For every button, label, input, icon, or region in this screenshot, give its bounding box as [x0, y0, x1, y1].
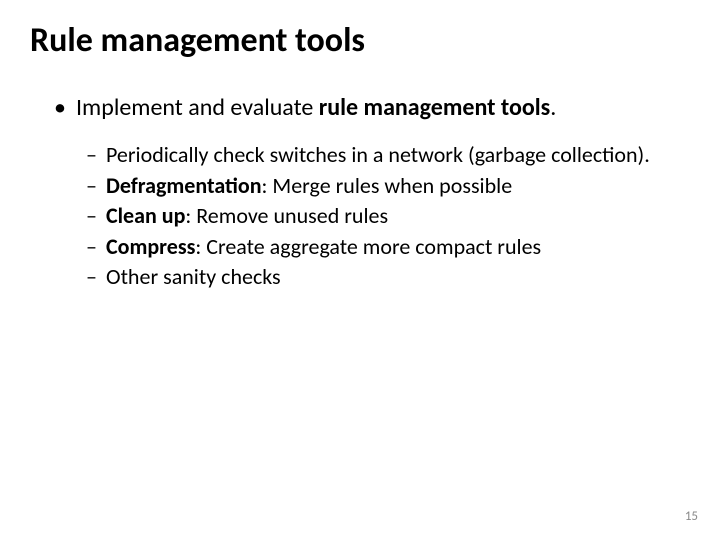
list-item: Compress: Create aggregate more compact …: [86, 233, 690, 261]
text: Periodically check switches in a network…: [106, 141, 650, 168]
bullet-list-level1: Implement and evaluate rule management t…: [30, 93, 690, 123]
list-item: Implement and evaluate rule management t…: [54, 93, 690, 123]
slide-number: 15: [685, 509, 698, 524]
text-bold: Defragmentation: [106, 172, 262, 199]
text: : Remove unused rules: [185, 202, 388, 229]
text-bold: rule management tools: [319, 93, 550, 122]
text: : Merge rules when possible: [262, 172, 513, 199]
text: Implement and evaluate: [76, 93, 319, 122]
slide-title: Rule management tools: [30, 22, 690, 59]
text: : Create aggregate more compact rules: [195, 233, 541, 260]
text: Other sanity checks: [106, 263, 281, 290]
text-bold: Compress: [106, 233, 195, 260]
list-item: Defragmentation: Merge rules when possib…: [86, 172, 690, 200]
text: .: [550, 93, 556, 122]
list-item: Clean up: Remove unused rules: [86, 202, 690, 230]
list-item: Other sanity checks: [86, 263, 690, 291]
list-item: Periodically check switches in a network…: [86, 141, 690, 169]
slide: Rule management tools Implement and eval…: [0, 0, 720, 540]
text-bold: Clean up: [106, 202, 185, 229]
bullet-list-level2: Periodically check switches in a network…: [30, 141, 690, 291]
